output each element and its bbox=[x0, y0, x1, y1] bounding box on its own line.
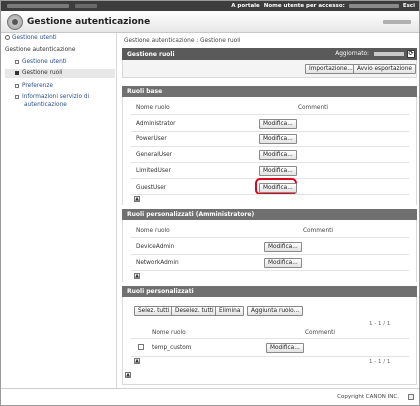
divider bbox=[131, 254, 409, 255]
divider bbox=[131, 194, 409, 195]
bullet-icon bbox=[15, 83, 19, 88]
app-title: Gestione autenticazione bbox=[27, 17, 151, 27]
service-logo-icon bbox=[7, 14, 23, 30]
updated-label: Aggiornato: bbox=[335, 51, 369, 57]
main-content: Gestione autenticazione : Gestione ruoli… bbox=[120, 33, 418, 388]
sidebar-item-preferences[interactable]: Preferenze bbox=[15, 83, 53, 89]
base-roles-header: Ruoli base bbox=[122, 86, 417, 97]
role-name: Administrator bbox=[136, 121, 176, 127]
app-header: Gestione autenticazione bbox=[1, 11, 419, 33]
base-roles-section: Nome ruolo Commenti Administrator Modifi… bbox=[122, 97, 417, 205]
edit-guestuser-button[interactable]: Modifica... bbox=[259, 183, 297, 193]
scroll-top-icon[interactable]: ▲ bbox=[134, 196, 140, 202]
row-checkbox[interactable] bbox=[138, 344, 144, 350]
edit-generaluser-button[interactable]: Modifica... bbox=[259, 150, 297, 160]
edit-administrator-button[interactable]: Modifica... bbox=[259, 119, 297, 129]
divider bbox=[131, 114, 409, 115]
select-all-button[interactable]: Selez. tutti bbox=[134, 306, 174, 316]
role-name: NetworkAdmin bbox=[136, 260, 179, 266]
divider bbox=[131, 162, 409, 163]
pager-top: 1 - 1 / 1 bbox=[369, 321, 391, 327]
edit-deviceadmin-button[interactable]: Modifica... bbox=[264, 242, 302, 252]
delete-button[interactable]: Elimina bbox=[215, 306, 245, 316]
login-user-label: Nome utente per accesso: bbox=[263, 3, 345, 9]
copyright: Copyright CANON INC. bbox=[337, 394, 399, 400]
device-name-redacted bbox=[7, 4, 69, 8]
col-comments: Commenti bbox=[298, 105, 329, 111]
role-name: GeneralUser bbox=[136, 152, 173, 158]
import-button[interactable]: Importazione... bbox=[305, 64, 357, 74]
sidebar-item-label: Informazioni servizio di bbox=[22, 94, 90, 100]
custom-admin-roles-header: Ruoli personalizzati (Amministratore) bbox=[122, 209, 417, 220]
scroll-top-icon[interactable]: ▲ bbox=[134, 273, 140, 279]
page-title-bar: Gestione ruoli Aggiornato: ⟳ bbox=[122, 48, 417, 60]
sidebar-item-role-management[interactable]: Gestione ruoli bbox=[15, 70, 62, 76]
role-name: GuestUser bbox=[136, 185, 167, 191]
edit-poweruser-button[interactable]: Modifica... bbox=[259, 134, 297, 144]
sidebar-home-link[interactable]: Gestione utenti bbox=[5, 35, 57, 41]
sidebar-item-label: Gestione utenti bbox=[22, 59, 67, 65]
corner-icon bbox=[408, 394, 414, 400]
divider bbox=[131, 356, 409, 357]
role-name: LimitedUser bbox=[136, 168, 171, 174]
role-name: temp_custom bbox=[152, 345, 192, 351]
bullet-icon bbox=[15, 70, 19, 75]
sidebar-section-title: Gestione autenticazione bbox=[5, 47, 76, 53]
scroll-top-icon[interactable]: ▲ bbox=[125, 372, 131, 378]
export-button[interactable]: Avvio esportazione bbox=[353, 64, 416, 74]
col-comments: Commenti bbox=[303, 228, 334, 234]
sidebar-item-user-management[interactable]: Gestione utenti bbox=[15, 59, 67, 65]
footer: Copyright CANON INC. bbox=[1, 388, 419, 405]
device-info-redacted bbox=[75, 4, 97, 8]
edit-temp-custom-button[interactable]: Modifica... bbox=[266, 343, 304, 353]
scroll-top-icon[interactable]: ▲ bbox=[134, 358, 140, 364]
edit-networkadmin-button[interactable]: Modifica... bbox=[264, 258, 302, 268]
col-role-name: Nome ruolo bbox=[136, 228, 170, 234]
divider bbox=[131, 270, 409, 271]
col-comments: Commenti bbox=[305, 330, 336, 336]
page-title: Gestione ruoli bbox=[127, 51, 175, 58]
divider bbox=[131, 131, 409, 132]
sidebar-home-label: Gestione utenti bbox=[12, 35, 57, 41]
col-role-name: Nome ruolo bbox=[136, 105, 170, 111]
role-name: PowerUser bbox=[136, 136, 167, 142]
pager-bottom: 1 - 1 / 1 bbox=[369, 359, 391, 365]
header-link-redacted[interactable] bbox=[383, 20, 411, 24]
sidebar-item-service-info[interactable]: Informazioni servizio di bbox=[15, 94, 89, 100]
custom-roles-section: Selez. tutti Deselez. tutti Elimina Aggi… bbox=[122, 297, 417, 385]
sidebar-item-service-info-line2[interactable]: autenticazione bbox=[24, 102, 67, 108]
logout-link[interactable]: Esci bbox=[403, 3, 415, 9]
refresh-icon[interactable]: ⟳ bbox=[407, 50, 415, 58]
add-role-button[interactable]: Aggiunta ruolo... bbox=[247, 306, 304, 316]
top-bar: A portale Nome utente per accesso: Esci bbox=[1, 1, 419, 11]
divider bbox=[131, 146, 409, 147]
edit-limiteduser-button[interactable]: Modifica... bbox=[259, 166, 297, 176]
bullet-icon bbox=[15, 94, 19, 99]
role-name: DeviceAdmin bbox=[136, 244, 175, 250]
updated-time-redacted bbox=[374, 52, 404, 56]
col-role-name: Nome ruolo bbox=[152, 330, 186, 336]
deselect-all-button[interactable]: Deselez. tutti bbox=[171, 306, 218, 316]
custom-roles-header: Ruoli personalizzati bbox=[122, 286, 417, 297]
sidebar-item-label: Gestione ruoli bbox=[22, 70, 63, 76]
top-bar-right: A portale Nome utente per accesso: Esci bbox=[231, 2, 415, 10]
bullet-icon bbox=[15, 59, 19, 64]
divider bbox=[131, 338, 409, 339]
sidebar-item-label: Preferenze bbox=[22, 83, 53, 89]
breadcrumb: Gestione autenticazione : Gestione ruoli bbox=[124, 38, 241, 44]
home-icon bbox=[5, 35, 10, 40]
import-export-toolbar: Importazione... Avvio esportazione bbox=[122, 60, 417, 78]
sidebar: Gestione utenti Gestione autenticazione … bbox=[1, 33, 117, 388]
login-user-redacted bbox=[348, 4, 399, 8]
divider bbox=[131, 237, 409, 238]
custom-admin-roles-section: Nome ruolo Commenti DeviceAdmin Modifica… bbox=[122, 220, 417, 282]
portal-link[interactable]: A portale bbox=[231, 3, 260, 9]
